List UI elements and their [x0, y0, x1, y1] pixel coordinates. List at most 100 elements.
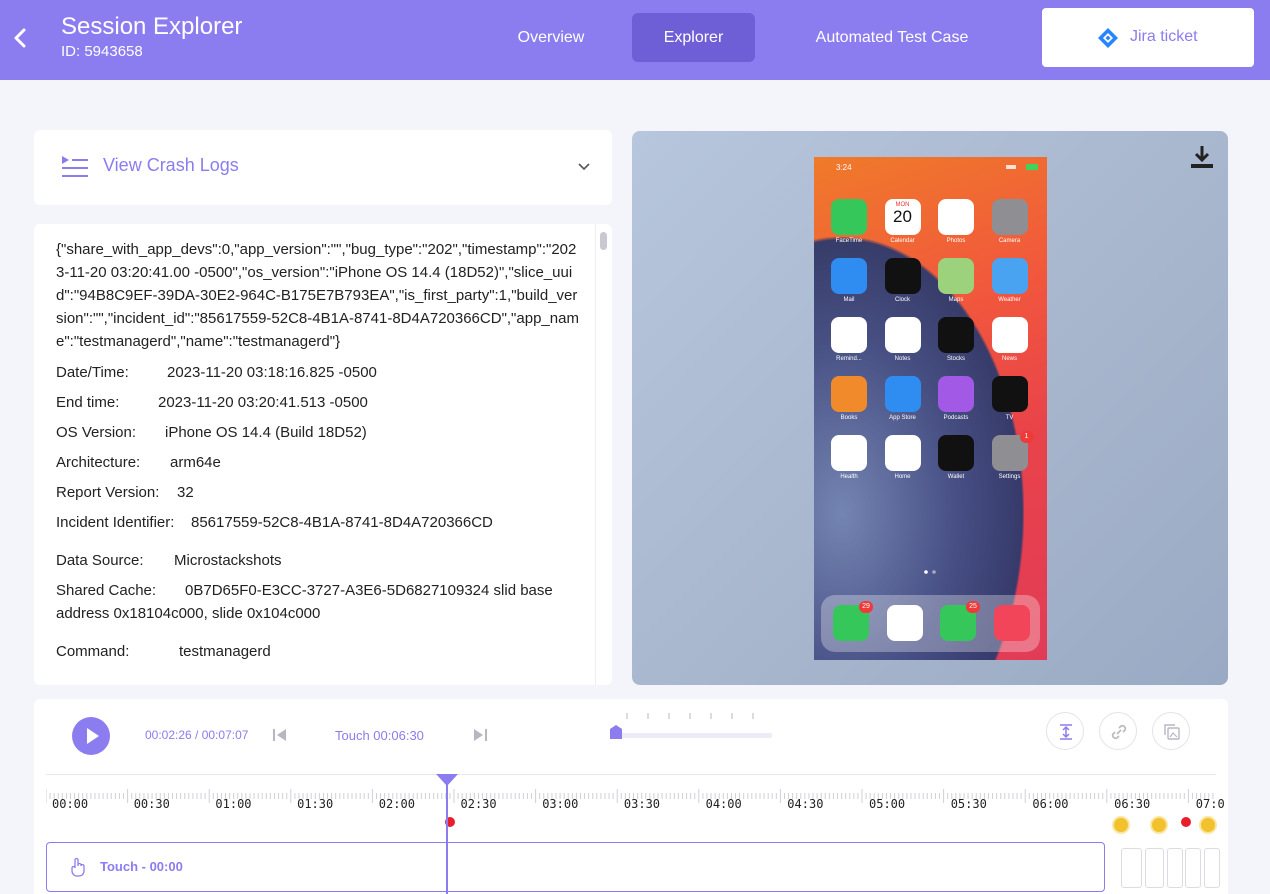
session-id: ID: 5943658: [61, 43, 143, 60]
app-icon: [938, 435, 974, 471]
view-crash-logs-toggle[interactable]: View Crash Logs: [34, 130, 612, 205]
chevron-left-icon: [14, 28, 26, 48]
event-track-segment[interactable]: [1167, 848, 1183, 888]
playback-time: 00:02:26 / 00:07:07: [145, 728, 249, 742]
log-row-os-version: OS Version: iPhone OS 14.4 (Build 18D52): [56, 424, 367, 441]
app-icon: [991, 376, 1028, 412]
play-icon: [87, 728, 99, 744]
page-indicator: [924, 570, 936, 574]
app-icon: [991, 317, 1028, 353]
app-icon: [991, 258, 1028, 294]
status-time: 3:24: [836, 163, 852, 172]
app-icon: [831, 435, 867, 471]
copy-link-button[interactable]: [1099, 712, 1137, 750]
current-event-label: Touch 00:06:30: [335, 728, 424, 743]
app-icon: [991, 199, 1028, 235]
app-label: Weather: [998, 297, 1021, 303]
app-icon: [831, 258, 867, 294]
app-icon: [938, 199, 974, 235]
touch-event-track[interactable]: Touch - 00:00: [46, 842, 1105, 892]
app-icon: [831, 317, 867, 353]
touch-event-marker[interactable]: [1199, 816, 1217, 834]
jira-icon: [1098, 28, 1118, 48]
log-row-architecture: Architecture: arm64e: [56, 454, 221, 471]
touch-event-marker[interactable]: [1112, 816, 1130, 834]
playback-speed-slider[interactable]: [610, 709, 772, 743]
crash-event-marker[interactable]: [1181, 817, 1191, 827]
app-label: TV: [1005, 415, 1014, 421]
app-label: Health: [840, 474, 858, 480]
app-label: Maps: [948, 297, 964, 303]
app-icon: [831, 376, 867, 412]
app-label: Books: [840, 415, 858, 421]
app-label: Mail: [843, 297, 855, 303]
crash-log-content: {"share_with_app_devs":0,"app_version":"…: [56, 238, 581, 670]
app-label: Camera: [998, 238, 1021, 244]
log-row-end-time: End time: 2023-11-20 03:20:41.513 -0500: [56, 394, 368, 411]
back-button[interactable]: [10, 24, 34, 52]
battery-icon: [1006, 164, 1038, 170]
event-track-segment[interactable]: [1121, 848, 1142, 888]
app-icon: MON 20: [884, 199, 921, 235]
touch-track-label: Touch - 00:00: [100, 859, 183, 874]
notification-badge: 25: [966, 601, 980, 613]
app-icon: [938, 317, 974, 353]
phone-screenshot: 3:24 FaceTime MON 20 Calendar Photos Camera Ma…: [814, 157, 1047, 660]
hand-pointer-icon: [71, 857, 85, 877]
app-label: Notes: [894, 356, 911, 362]
event-track-segment[interactable]: [1185, 848, 1201, 888]
log-row-date: Date/Time: 2023-11-20 03:18:16.825 -0500: [56, 364, 377, 381]
app-icon: [884, 317, 921, 353]
app-label: News: [1001, 356, 1017, 362]
log-row-data-source: Data Source: Microstackshots: [56, 552, 282, 569]
link-icon: [1111, 724, 1127, 740]
app-label: Remind...: [836, 356, 862, 362]
touch-event-marker[interactable]: [1150, 816, 1168, 834]
dock: 29 25: [821, 595, 1040, 652]
app-label: Stocks: [946, 356, 965, 362]
skip-previous-icon[interactable]: [272, 727, 288, 743]
tab-explorer[interactable]: Explorer: [632, 13, 755, 62]
app-label: Wallet: [947, 474, 965, 480]
app-icon: [884, 258, 921, 294]
notification-badge: 1: [1019, 431, 1034, 443]
crash-log-json: {"share_with_app_devs":0,"app_version":"…: [56, 241, 579, 350]
app-label: Clock: [894, 297, 910, 303]
app-label: Podcasts: [943, 415, 969, 421]
tab-overview[interactable]: Overview: [500, 13, 602, 62]
app-icon: [938, 376, 974, 412]
dock-app-icon: [886, 605, 923, 641]
tab-automated-test-case[interactable]: Automated Test Case: [790, 13, 994, 62]
screenshot-button[interactable]: [1152, 712, 1190, 750]
scrollbar-thumb[interactable]: [600, 232, 607, 250]
log-row-shared-cache: Shared Cache: 0B7D65F0-E3CC-3727-A3E6-5D6…: [56, 582, 553, 622]
play-button[interactable]: [72, 717, 110, 755]
timeline-minor-ticks: [46, 789, 1214, 803]
dock-app-icon: [993, 605, 1030, 641]
app-label: Photos: [946, 238, 966, 244]
log-row-report-version: Report Version: 32: [56, 484, 194, 501]
event-track-segment[interactable]: [1145, 848, 1164, 888]
skip-next-icon[interactable]: [472, 727, 488, 743]
app-label: FaceTime: [835, 238, 863, 244]
session-player: 00:02:26 / 00:07:07 Touch 00:06:30 00:00…: [34, 699, 1228, 894]
header-bar: Session Explorer ID: 5943658 Overview Ex…: [0, 0, 1270, 80]
event-track-segment[interactable]: [1204, 848, 1220, 888]
view-crash-logs-label: View Crash Logs: [103, 155, 239, 175]
list-indent-icon: [62, 156, 88, 177]
log-row-command: Command: testmanagerd: [56, 643, 271, 660]
page-title: Session Explorer: [61, 13, 243, 40]
jira-ticket-label: Jira ticket: [1130, 28, 1198, 45]
image-gallery-icon: [1164, 724, 1180, 740]
jira-ticket-button[interactable]: Jira ticket: [1042, 8, 1254, 67]
crash-log-panel[interactable]: {"share_with_app_devs":0,"app_version":"…: [34, 224, 612, 685]
fit-timeline-button[interactable]: [1046, 712, 1084, 750]
scrollbar-track: [595, 224, 596, 685]
device-screen-panel: 3:24 FaceTime MON 20 Calendar Photos Camera Ma…: [632, 131, 1228, 685]
app-label: Calendar: [890, 238, 915, 244]
app-icon: [938, 258, 974, 294]
chevron-down-icon: [578, 163, 590, 171]
playhead-line: [446, 779, 448, 894]
app-icon: [831, 199, 867, 235]
download-icon[interactable]: [1189, 144, 1215, 170]
